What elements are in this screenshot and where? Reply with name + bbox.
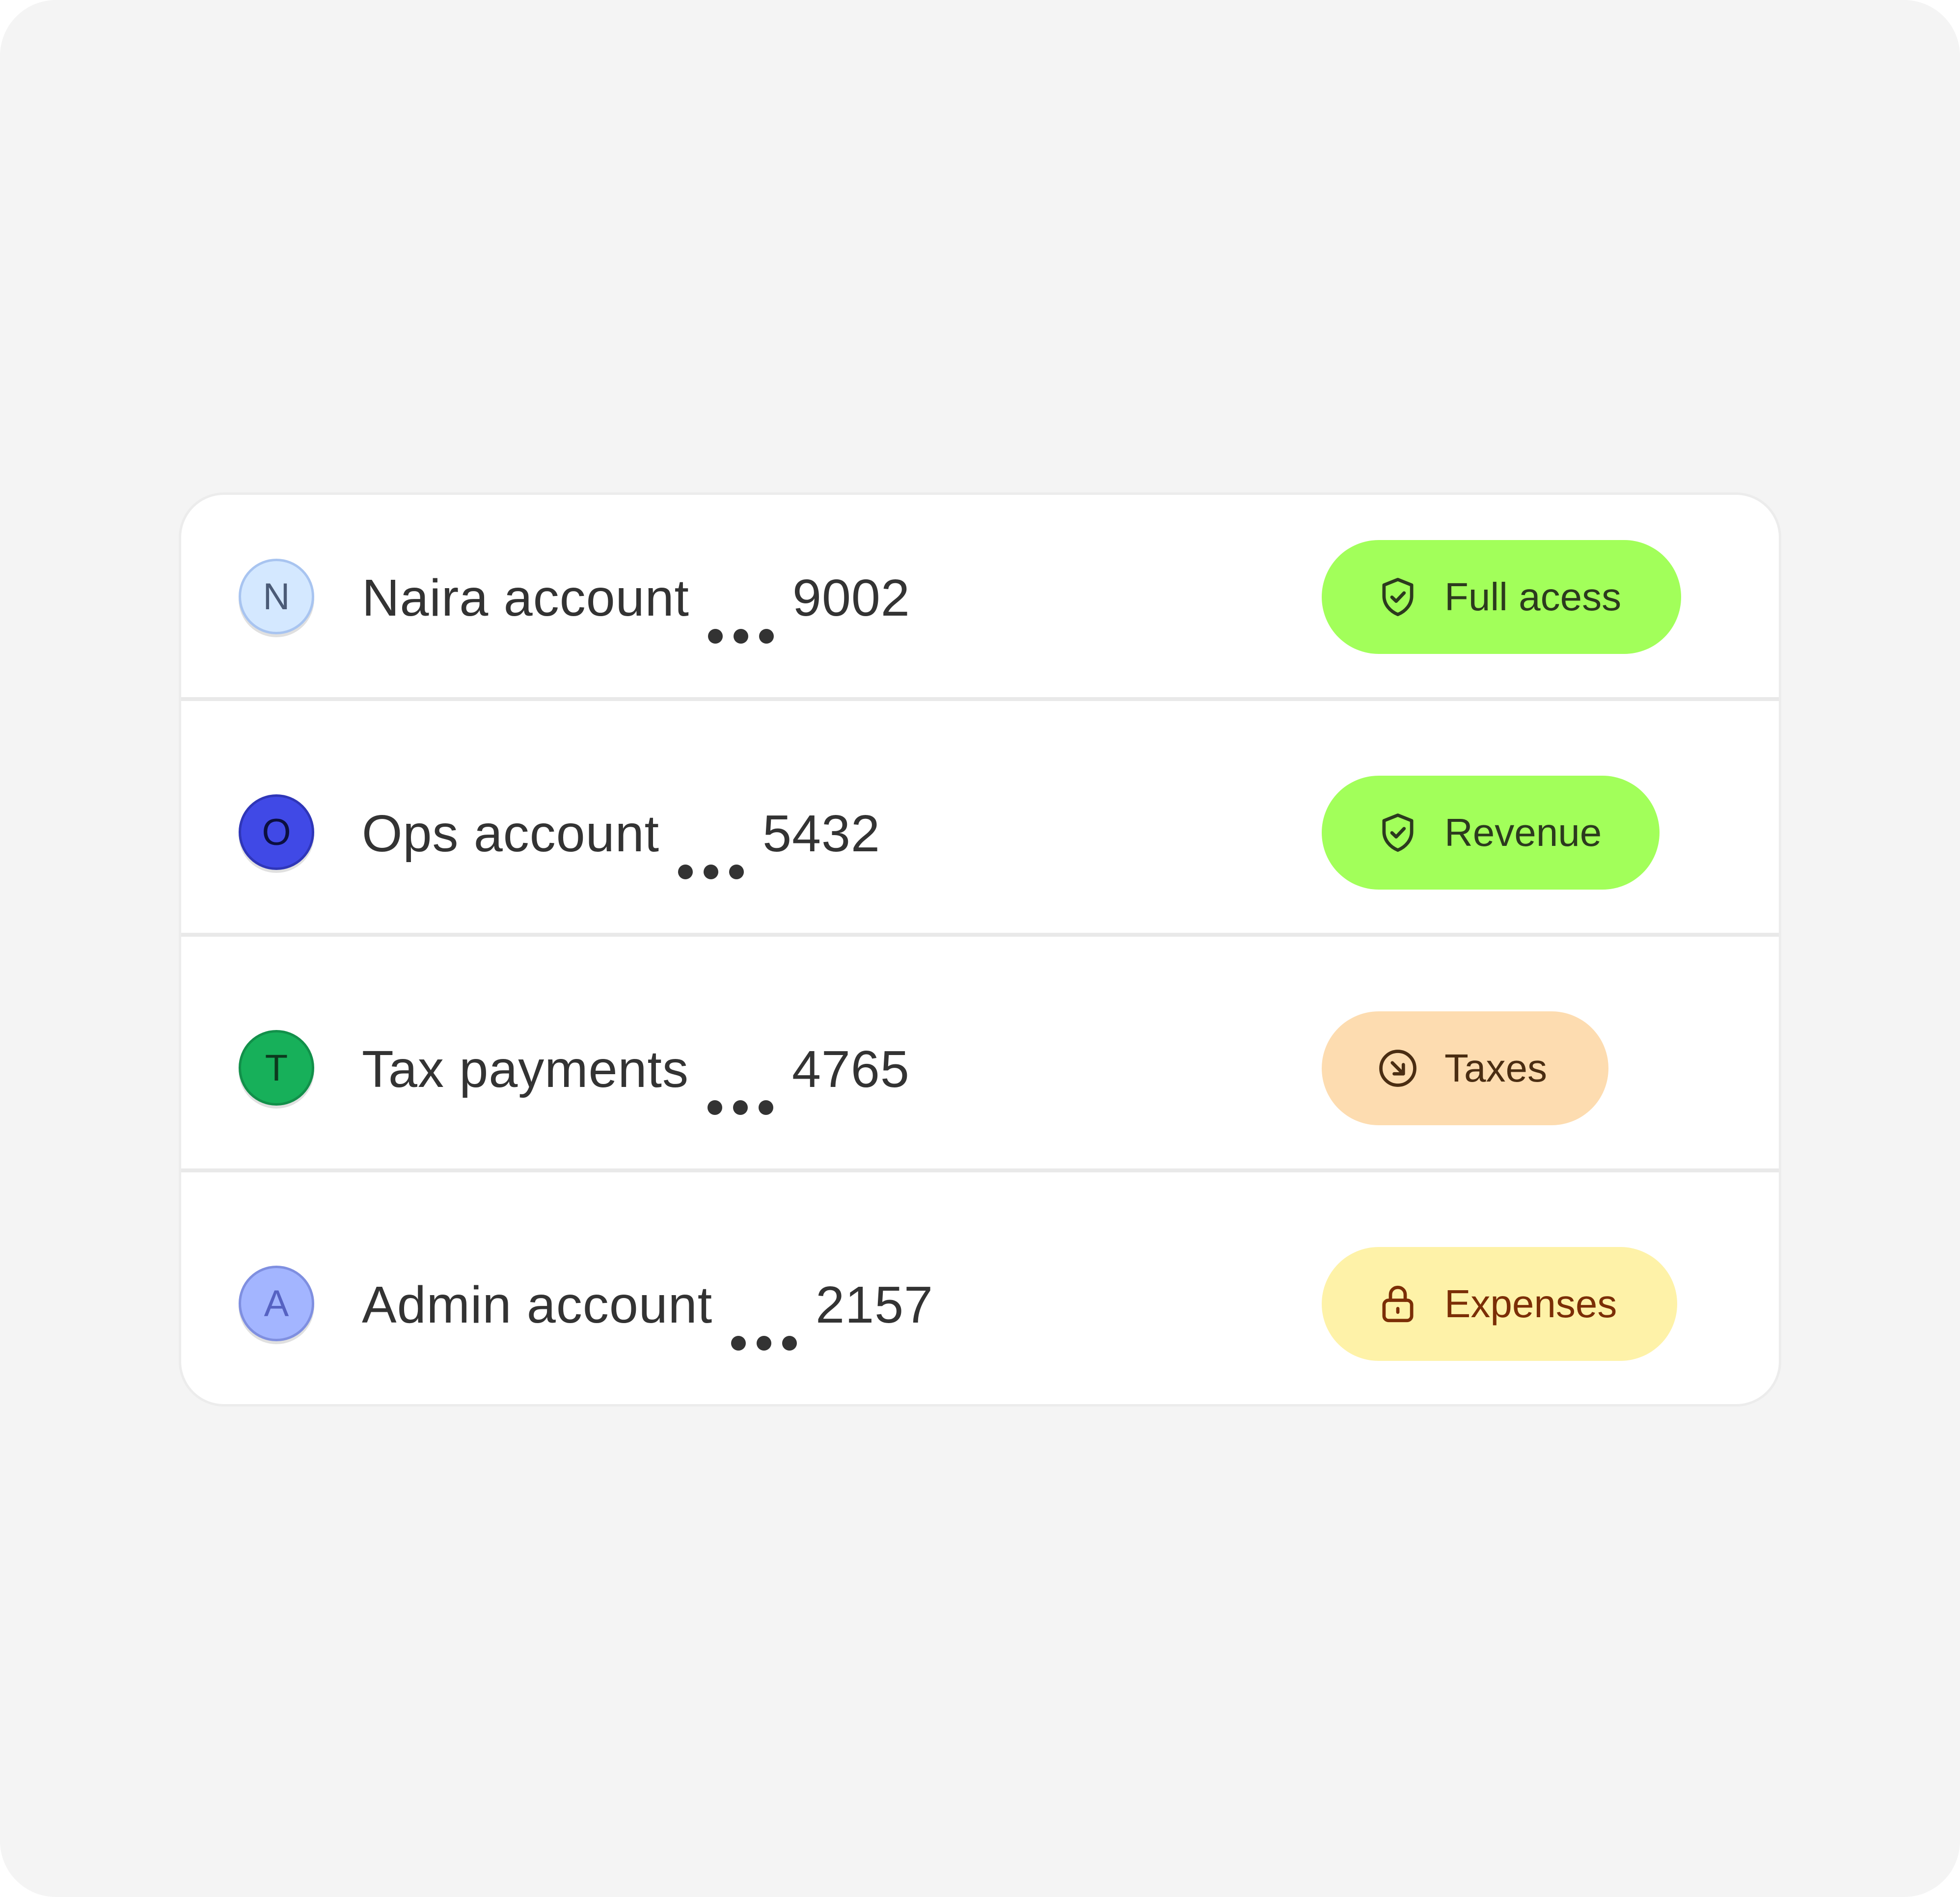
row-divider — [181, 933, 1779, 937]
account-label: Tax payments 4765 — [362, 1035, 910, 1115]
avatar: A — [239, 1266, 314, 1341]
lock-icon — [1376, 1282, 1420, 1326]
tag-label: Expenses — [1444, 1282, 1617, 1326]
tag-label: Full acess — [1444, 575, 1622, 619]
avatar: N — [239, 559, 314, 634]
tag-pill[interactable]: Full acess — [1322, 540, 1681, 654]
tag-label: Revenue — [1444, 811, 1602, 854]
account-row-ops[interactable]: O Ops account 5432 Revenue — [181, 731, 1779, 966]
background-frame: N Naira account 9002 Full acess O Ops acc… — [0, 0, 1960, 1897]
row-divider — [181, 1168, 1779, 1172]
account-row-admin[interactable]: A Admin account 2157 Expenses — [181, 1202, 1779, 1404]
avatar: O — [239, 794, 314, 870]
account-row-naira[interactable]: N Naira account 9002 Full acess — [181, 495, 1779, 731]
account-number: 5432 — [762, 805, 880, 863]
masked-digits-dots — [708, 592, 774, 644]
account-name: Ops account — [362, 805, 660, 863]
shield-check-icon — [1376, 811, 1420, 855]
avatar: T — [239, 1030, 314, 1106]
account-name: Naira account — [362, 569, 690, 627]
tag-pill[interactable]: Revenue — [1322, 776, 1660, 890]
tag-pill[interactable]: Taxes — [1322, 1011, 1608, 1125]
account-name: Tax payments — [362, 1040, 689, 1098]
account-number: 4765 — [791, 1040, 910, 1098]
shield-check-icon — [1376, 575, 1420, 619]
masked-digits-dots — [678, 827, 744, 879]
masked-digits-dots — [707, 1063, 773, 1115]
account-row-tax[interactable]: T Tax payments 4765 Taxes — [181, 966, 1779, 1202]
account-list-card: N Naira account 9002 Full acess O Ops acc… — [179, 492, 1781, 1407]
account-number: 9002 — [792, 569, 910, 627]
account-label: Admin account 2157 — [362, 1271, 933, 1351]
account-label: Naira account 9002 — [362, 564, 910, 644]
masked-digits-dots — [731, 1299, 797, 1351]
tag-pill[interactable]: Expenses — [1322, 1247, 1677, 1361]
account-name: Admin account — [362, 1276, 713, 1334]
tag-label: Taxes — [1444, 1046, 1547, 1090]
account-number: 2157 — [816, 1276, 933, 1334]
arrow-down-right-circle-icon — [1376, 1046, 1420, 1090]
row-divider — [181, 697, 1779, 701]
account-label: Ops account 5432 — [362, 799, 880, 879]
